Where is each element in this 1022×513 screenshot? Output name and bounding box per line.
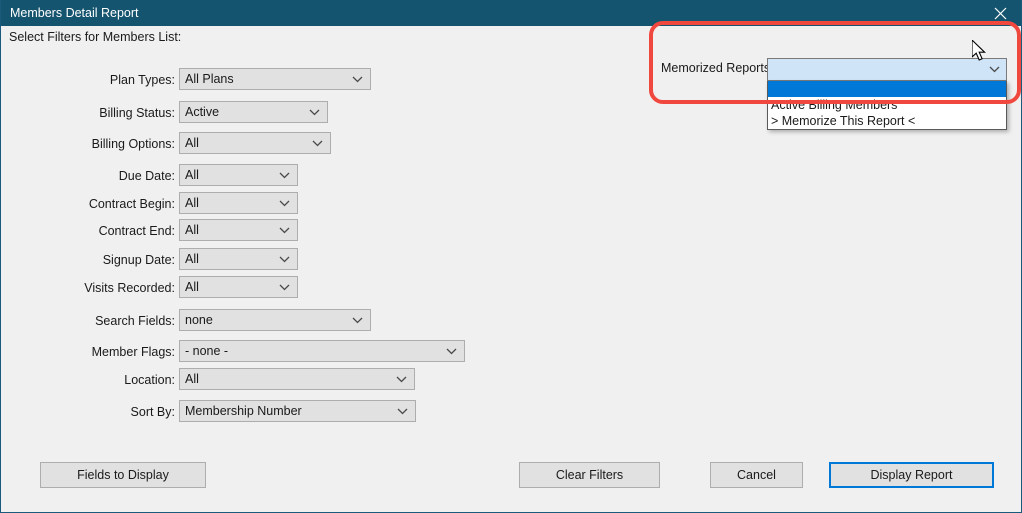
combo-location-value: All: [185, 369, 199, 389]
combo-contract-end[interactable]: All: [179, 219, 298, 241]
combo-search-fields-value: none: [185, 310, 213, 330]
chevron-down-icon: [394, 369, 408, 389]
cancel-button[interactable]: Cancel: [710, 462, 803, 488]
list-item[interactable]: [768, 81, 1006, 97]
close-icon[interactable]: [977, 0, 1022, 26]
display-report-button[interactable]: Display Report: [829, 462, 994, 488]
label-member-flags: Member Flags:: [1, 345, 175, 359]
combo-visits-recorded[interactable]: All: [179, 276, 298, 298]
combo-visits-recorded-value: All: [185, 277, 199, 297]
label-search-fields: Search Fields:: [1, 314, 175, 328]
section-title: Select Filters for Members List:: [9, 30, 181, 44]
label-signup-date: Signup Date:: [1, 253, 175, 267]
combo-contract-end-value: All: [185, 220, 199, 240]
chevron-down-icon: [350, 69, 364, 89]
combo-billing-status[interactable]: Active: [179, 101, 328, 123]
label-billing-status: Billing Status:: [1, 106, 175, 120]
chevron-down-icon: [395, 401, 409, 421]
combo-search-fields[interactable]: none: [179, 309, 371, 331]
combo-contract-begin-value: All: [185, 193, 199, 213]
chevron-down-icon: [277, 277, 291, 297]
window-title: Members Detail Report: [10, 0, 139, 26]
label-contract-end: Contract End:: [1, 224, 175, 238]
combo-due-date[interactable]: All: [179, 164, 298, 186]
label-due-date: Due Date:: [1, 169, 175, 183]
label-visits-recorded: Visits Recorded:: [1, 281, 175, 295]
label-memorized-reports: Memorized Reports:: [661, 61, 774, 75]
chevron-down-icon: [277, 249, 291, 269]
chevron-down-icon: [277, 220, 291, 240]
list-item[interactable]: Active Billing Members: [768, 97, 1006, 113]
chevron-down-icon: [310, 133, 324, 153]
label-contract-begin: Contract Begin:: [1, 197, 175, 211]
combo-signup-date[interactable]: All: [179, 248, 298, 270]
combo-billing-options[interactable]: All: [179, 132, 331, 154]
list-item[interactable]: > Memorize This Report <: [768, 113, 1006, 129]
combo-signup-date-value: All: [185, 249, 199, 269]
chevron-down-icon: [350, 310, 364, 330]
combo-billing-options-value: All: [185, 133, 199, 153]
members-detail-report-window: Members Detail Report Select Filters for…: [0, 0, 1022, 513]
chevron-down-icon: [307, 102, 321, 122]
combo-billing-status-value: Active: [185, 102, 219, 122]
chevron-down-icon: [987, 59, 1001, 80]
chevron-down-icon: [444, 341, 458, 361]
label-location: Location:: [1, 373, 175, 387]
chevron-down-icon: [277, 193, 291, 213]
label-plan-types: Plan Types:: [1, 73, 175, 87]
combo-sort-by-value: Membership Number: [185, 401, 302, 421]
clear-filters-button[interactable]: Clear Filters: [519, 462, 660, 488]
title-bar: Members Detail Report: [1, 0, 1022, 26]
combo-memorized-reports[interactable]: [767, 58, 1007, 81]
memorized-reports-dropdown-list[interactable]: Active Billing Members > Memorize This R…: [767, 81, 1007, 130]
combo-plan-types[interactable]: All Plans: [179, 68, 371, 90]
combo-location[interactable]: All: [179, 368, 415, 390]
combo-member-flags-value: - none -: [185, 341, 228, 361]
combo-member-flags[interactable]: - none -: [179, 340, 465, 362]
label-sort-by: Sort By:: [1, 405, 175, 419]
combo-plan-types-value: All Plans: [185, 69, 234, 89]
client-area: Select Filters for Members List: Plan Ty…: [1, 26, 1021, 511]
combo-sort-by[interactable]: Membership Number: [179, 400, 416, 422]
label-billing-options: Billing Options:: [1, 137, 175, 151]
chevron-down-icon: [277, 165, 291, 185]
combo-contract-begin[interactable]: All: [179, 192, 298, 214]
fields-to-display-button[interactable]: Fields to Display: [40, 462, 206, 488]
combo-due-date-value: All: [185, 165, 199, 185]
